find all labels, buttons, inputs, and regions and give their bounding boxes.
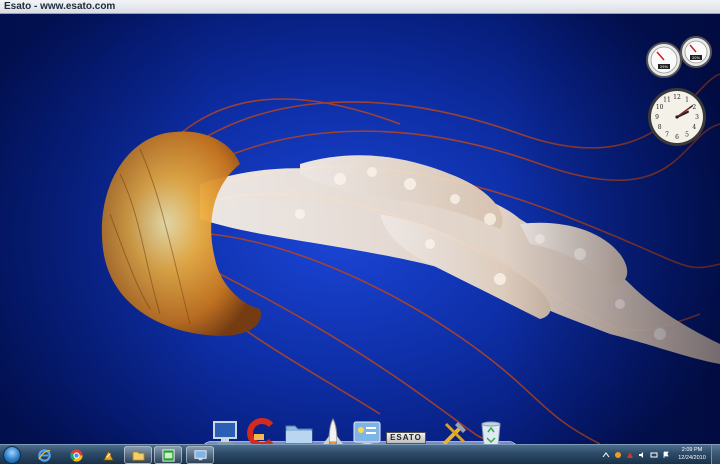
desktop[interactable]: 29% 20% 1 2 3 4 5 6 7 8 9 10 11 12 ESATO bbox=[0, 14, 720, 444]
network-icon bbox=[193, 449, 207, 460]
ccleaner-icon bbox=[247, 418, 274, 444]
tools-icon bbox=[442, 422, 466, 444]
dock-item-recycle-bin[interactable] bbox=[474, 416, 508, 444]
dock-bar: ESATO bbox=[190, 412, 530, 444]
clock-numeral: 2 bbox=[692, 104, 696, 111]
watermark-text: Esato - www.esato.com bbox=[4, 1, 116, 12]
esato-logo[interactable]: ESATO bbox=[386, 432, 426, 444]
cpu-meter-gadget[interactable]: 29% 20% bbox=[644, 32, 716, 78]
folder-icon bbox=[131, 450, 145, 461]
start-button[interactable] bbox=[3, 446, 21, 464]
dock-item-computer[interactable] bbox=[208, 416, 242, 444]
taskbar-explorer[interactable] bbox=[124, 446, 152, 464]
dock-item-tools[interactable] bbox=[438, 416, 472, 444]
action-center-flag-icon[interactable] bbox=[662, 451, 670, 459]
memory-meter-value: 20% bbox=[692, 56, 701, 60]
winamp-icon bbox=[102, 449, 114, 461]
chrome-icon bbox=[69, 448, 83, 462]
cpu-meter-value: 29% bbox=[660, 65, 669, 69]
taskbar-clock[interactable]: 2:09 PM 12/24/2010 bbox=[676, 446, 708, 462]
clock-numeral: 4 bbox=[692, 124, 696, 131]
taskbar-chrome[interactable] bbox=[62, 446, 90, 464]
control-panel-icon bbox=[353, 421, 381, 444]
taskbar-network-app[interactable] bbox=[186, 446, 214, 464]
taskbar-green-app[interactable] bbox=[154, 446, 182, 464]
clock-gadget[interactable]: 1234567891011 12 bbox=[646, 86, 708, 148]
tray-expand-icon[interactable] bbox=[602, 451, 610, 459]
computer-icon bbox=[213, 421, 237, 444]
clock-numeral: 8 bbox=[658, 124, 662, 131]
watermark-title-bar: Esato - www.esato.com bbox=[0, 0, 720, 14]
taskbar-internet-explorer[interactable] bbox=[30, 446, 58, 464]
dock-item-shuttle[interactable] bbox=[316, 416, 350, 444]
green-window-icon bbox=[161, 448, 175, 462]
tray-red-icon[interactable] bbox=[626, 451, 634, 459]
dock-item-ccleaner[interactable] bbox=[244, 416, 278, 444]
jellyfish-wallpaper bbox=[101, 73, 720, 444]
dock-item-control-panel[interactable] bbox=[350, 416, 384, 444]
clock-numeral: 5 bbox=[685, 131, 689, 138]
system-tray bbox=[602, 448, 670, 462]
clock-numeral: 12 bbox=[673, 94, 681, 101]
clock-numeral: 9 bbox=[655, 114, 659, 121]
show-desktop-button[interactable] bbox=[711, 445, 720, 464]
taskbar: 2:09 PM 12/24/2010 bbox=[0, 444, 720, 464]
folder-icon bbox=[285, 425, 313, 444]
shuttle-icon bbox=[323, 418, 343, 444]
recycle-bin-icon bbox=[481, 421, 501, 444]
clock-numeral: 3 bbox=[695, 114, 699, 121]
clock-numeral: 6 bbox=[675, 134, 679, 141]
taskbar-time: 2:09 PM bbox=[681, 447, 703, 453]
volume-icon[interactable] bbox=[638, 451, 646, 459]
clock-numeral: 10 bbox=[656, 104, 664, 111]
clock-numeral: 11 bbox=[663, 97, 671, 104]
clock-numeral: 1 bbox=[685, 97, 689, 104]
taskbar-date: 12/24/2010 bbox=[678, 455, 706, 461]
network-tray-icon[interactable] bbox=[650, 451, 658, 459]
taskbar-winamp[interactable] bbox=[94, 446, 122, 464]
internet-explorer-icon bbox=[37, 448, 51, 462]
tray-orange-icon[interactable] bbox=[614, 451, 622, 459]
clock-numeral: 7 bbox=[665, 131, 669, 138]
dock-item-folder[interactable] bbox=[282, 416, 316, 444]
